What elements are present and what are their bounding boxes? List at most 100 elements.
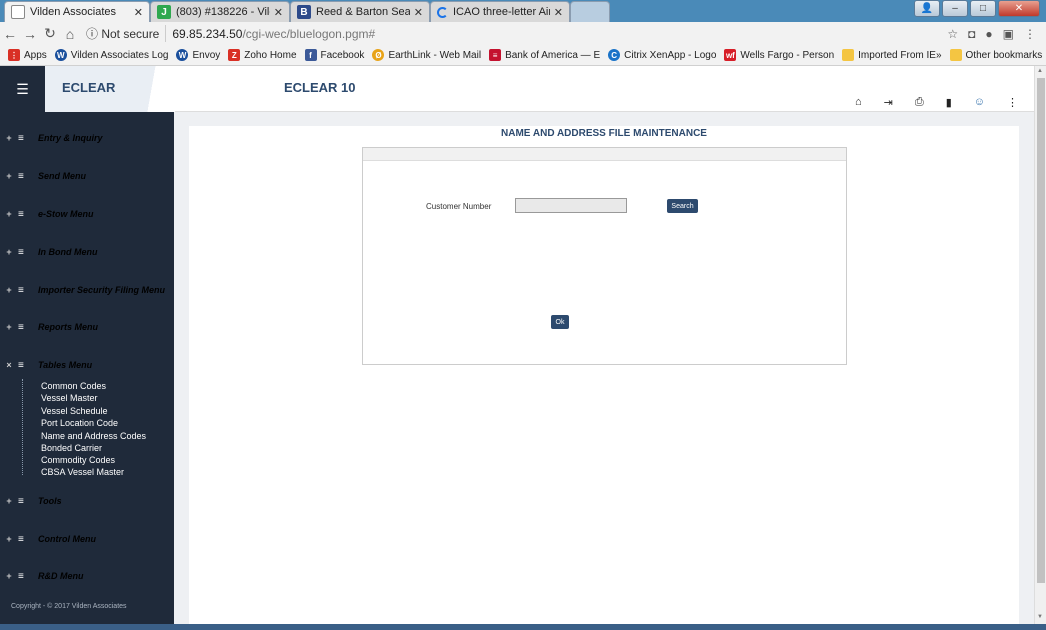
bookmark-wells-fargo[interactable]: wf Wells Fargo - Person	[724, 49, 834, 61]
maximize-button[interactable]: □	[970, 0, 996, 17]
tab-icao[interactable]: ICAO three-letter Airline ✕	[430, 1, 570, 22]
browser-tab-bar: Vilden Associates ✕ J (803) #138226 - Vi…	[0, 0, 1046, 22]
new-tab-button[interactable]	[570, 1, 610, 22]
more-icon[interactable]: ⋮	[1024, 27, 1036, 41]
submenu-item-name-address-codes[interactable]: Name and Address Codes	[41, 431, 146, 441]
expand-icon[interactable]: +	[0, 171, 18, 181]
list-icon: ≡	[18, 570, 24, 582]
close-icon[interactable]: ✕	[414, 6, 423, 19]
submenu-tree-line	[22, 379, 23, 475]
sidebar-item-isf-menu[interactable]: + ≡ Importer Security Filing Menu	[0, 280, 174, 300]
sidebar-item-tools[interactable]: + ≡ Tools	[0, 491, 174, 511]
sidebar-item-reports-menu[interactable]: + ≡ Reports Menu	[0, 317, 174, 337]
close-icon[interactable]: ✕	[134, 6, 143, 19]
extension-icon[interactable]: ◘	[968, 27, 975, 41]
brand-logo-text: ECLEAR	[62, 80, 116, 95]
book-icon[interactable]: ▮	[946, 96, 952, 109]
search-button[interactable]: Search	[667, 199, 698, 213]
extension-icon[interactable]: ▣	[1003, 27, 1014, 41]
page-title: NAME AND ADDRESS FILE MAINTENANCE	[501, 128, 707, 139]
url-host: 69.85.234.50	[172, 26, 243, 41]
submenu-item-bonded-carrier[interactable]: Bonded Carrier	[41, 443, 102, 453]
expand-icon[interactable]: +	[0, 285, 18, 295]
page-scrollbar[interactable]: ▲ ▼	[1034, 66, 1046, 630]
bookmarks-overflow[interactable]: »	[936, 50, 942, 61]
wells-fargo-icon: wf	[724, 49, 737, 61]
address-bar: ← → ↻ ⌂ ⓘ Not secure 69.85.234.50 /cgi-w…	[0, 22, 1046, 45]
submenu-item-port-location-code[interactable]: Port Location Code	[41, 418, 118, 428]
reload-icon[interactable]: ↻	[40, 25, 60, 42]
submenu-item-vessel-master[interactable]: Vessel Master	[41, 393, 98, 403]
expand-icon[interactable]: +	[0, 534, 18, 544]
home-icon[interactable]: ⌂	[60, 26, 80, 42]
list-icon: ≡	[18, 359, 24, 371]
list-icon: ≡	[18, 132, 24, 144]
bookmark-citrix[interactable]: C Citrix XenApp - Logo	[608, 49, 716, 61]
submenu-item-commodity-codes[interactable]: Commodity Codes	[41, 455, 115, 465]
customer-number-input[interactable]	[515, 198, 627, 213]
ok-button[interactable]: Ok	[551, 315, 569, 329]
tab-reed-barton[interactable]: B Reed & Barton Seashell ✕	[290, 1, 430, 22]
submenu-item-common-codes[interactable]: Common Codes	[41, 381, 106, 391]
copyright-text: Copyright - © 2017 Vilden Associates	[11, 603, 127, 610]
sidebar-item-tables-menu[interactable]: × ≡ Tables Menu	[0, 355, 174, 375]
wordpress-icon: W	[54, 49, 67, 61]
bookmark-bank-of-america[interactable]: ≡ Bank of America — E	[489, 49, 600, 61]
folder-icon	[949, 49, 962, 61]
bookmark-facebook[interactable]: f Facebook	[304, 49, 364, 61]
sidebar-item-rd-menu[interactable]: + ≡ R&D Menu	[0, 566, 174, 586]
bookmark-folder-imported[interactable]: Imported From IE	[842, 49, 936, 61]
close-icon[interactable]: ✕	[274, 6, 283, 19]
citrix-icon: C	[608, 49, 621, 61]
bookmark-envoy[interactable]: W Envoy	[176, 49, 220, 61]
user-icon[interactable]: 👤	[914, 0, 940, 17]
expand-icon[interactable]: +	[0, 247, 18, 257]
sidebar-item-in-bond-menu[interactable]: + ≡ In Bond Menu	[0, 242, 174, 262]
app-header: ☰ ECLEAR ECLEAR 10 ⌂ ⇥ ⎙ ▮ ☺ ⋮	[0, 66, 1034, 112]
sidebar-item-control-menu[interactable]: + ≡ Control Menu	[0, 529, 174, 549]
minimize-button[interactable]: –	[942, 0, 968, 17]
list-icon: ≡	[18, 246, 24, 258]
print-icon[interactable]: ⎙	[915, 96, 924, 109]
back-icon[interactable]: ←	[0, 26, 20, 42]
os-taskbar	[0, 624, 1046, 630]
close-icon[interactable]: ✕	[554, 6, 563, 19]
submenu-item-vessel-schedule[interactable]: Vessel Schedule	[41, 406, 108, 416]
expand-icon[interactable]: +	[0, 209, 18, 219]
submenu-item-cbsa-vessel-master[interactable]: CBSA Vessel Master	[41, 467, 124, 477]
bookmark-zoho[interactable]: Z Zoho Home	[228, 49, 297, 61]
evernote-icon[interactable]: ●	[985, 27, 992, 41]
more-vertical-icon[interactable]: ⋮	[1007, 96, 1018, 109]
close-window-button[interactable]: ✕	[998, 0, 1040, 17]
url-path: /cgi-wec/bluelogon.pgm#	[242, 26, 376, 41]
bookmark-folder-other[interactable]: Other bookmarks	[949, 49, 1042, 61]
sidebar-item-entry-inquiry[interactable]: + ≡ Entry & Inquiry	[0, 128, 174, 148]
url-field[interactable]: ⓘ Not secure 69.85.234.50 /cgi-wec/bluel…	[86, 24, 947, 44]
scroll-down-arrow-icon[interactable]: ▼	[1037, 614, 1043, 620]
tab-freshdesk[interactable]: J (803) #138226 - Vilden A ✕	[150, 1, 290, 22]
security-indicator[interactable]: ⓘ Not secure	[86, 25, 167, 42]
expand-icon[interactable]: +	[0, 571, 18, 581]
expand-icon[interactable]: +	[0, 496, 18, 506]
scroll-thumb[interactable]	[1037, 78, 1045, 583]
logout-icon[interactable]: ⇥	[884, 96, 893, 109]
user-avatar-icon[interactable]: ☺	[974, 96, 985, 109]
scroll-up-arrow-icon[interactable]: ▲	[1037, 68, 1043, 74]
bookmark-apps[interactable]: ⋮ Apps	[8, 49, 47, 61]
freshdesk-icon: J	[157, 5, 171, 19]
bookmark-vilden[interactable]: W Vilden Associates Log	[54, 49, 168, 61]
bookmarks-bar: ⋮ Apps W Vilden Associates Log W Envoy Z…	[0, 45, 1046, 66]
sidebar-item-send-menu[interactable]: + ≡ Send Menu	[0, 166, 174, 186]
collapse-icon[interactable]: ×	[0, 360, 18, 370]
zoho-icon: Z	[228, 49, 241, 61]
forward-icon[interactable]: →	[20, 26, 40, 42]
list-icon: ≡	[18, 533, 24, 545]
expand-icon[interactable]: +	[0, 133, 18, 143]
hamburger-menu-icon[interactable]: ☰	[0, 66, 45, 112]
sidebar-item-estow-menu[interactable]: + ≡ e-Stow Menu	[0, 204, 174, 224]
tab-vilden-associates[interactable]: Vilden Associates ✕	[4, 1, 150, 22]
home-icon[interactable]: ⌂	[855, 96, 862, 109]
expand-icon[interactable]: +	[0, 322, 18, 332]
star-icon[interactable]: ☆	[947, 27, 958, 41]
bookmark-earthlink[interactable]: Ø EarthLink - Web Mail	[372, 49, 481, 61]
